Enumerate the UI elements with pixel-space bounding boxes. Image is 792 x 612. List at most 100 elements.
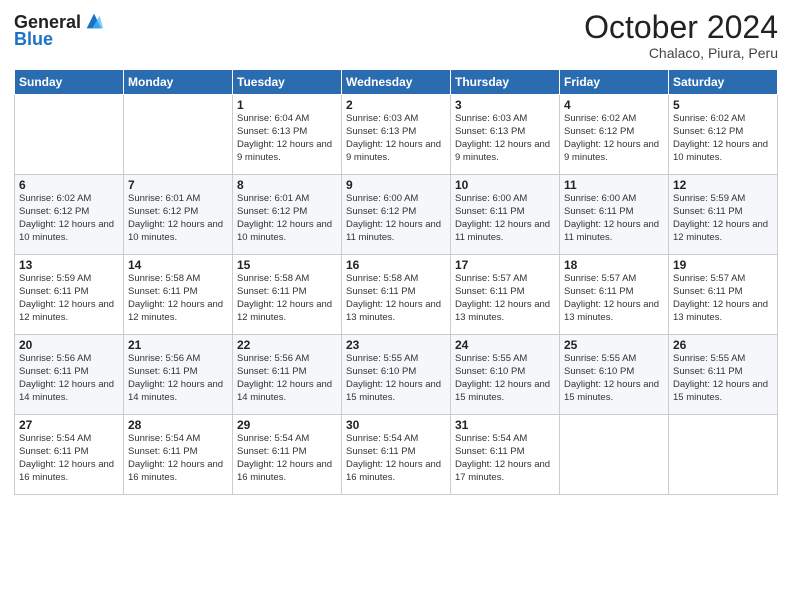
day-info: Sunrise: 6:02 AMSunset: 6:12 PMDaylight:…: [673, 113, 773, 164]
logo-blue-text: Blue: [14, 30, 53, 48]
day-info: Sunrise: 5:57 AMSunset: 6:11 PMDaylight:…: [455, 273, 555, 324]
page: General Blue October 2024 Chalaco, Piura…: [0, 0, 792, 612]
day-number: 23: [346, 338, 446, 352]
day-info: Sunrise: 6:00 AMSunset: 6:11 PMDaylight:…: [455, 193, 555, 244]
day-number: 3: [455, 98, 555, 112]
header-monday: Monday: [124, 70, 233, 95]
table-row: 26Sunrise: 5:55 AMSunset: 6:11 PMDayligh…: [669, 335, 778, 415]
day-info: Sunrise: 5:57 AMSunset: 6:11 PMDaylight:…: [564, 273, 664, 324]
day-number: 25: [564, 338, 664, 352]
header-saturday: Saturday: [669, 70, 778, 95]
day-info: Sunrise: 6:03 AMSunset: 6:13 PMDaylight:…: [346, 113, 446, 164]
title-block: October 2024 Chalaco, Piura, Peru: [584, 10, 778, 61]
day-number: 17: [455, 258, 555, 272]
day-info: Sunrise: 6:00 AMSunset: 6:12 PMDaylight:…: [346, 193, 446, 244]
table-row: 2Sunrise: 6:03 AMSunset: 6:13 PMDaylight…: [342, 95, 451, 175]
day-info: Sunrise: 5:54 AMSunset: 6:11 PMDaylight:…: [19, 433, 119, 484]
day-number: 8: [237, 178, 337, 192]
logo-icon: [83, 10, 105, 32]
table-row: 31Sunrise: 5:54 AMSunset: 6:11 PMDayligh…: [451, 415, 560, 495]
header: General Blue October 2024 Chalaco, Piura…: [14, 10, 778, 61]
table-row: 8Sunrise: 6:01 AMSunset: 6:12 PMDaylight…: [233, 175, 342, 255]
table-row: 21Sunrise: 5:56 AMSunset: 6:11 PMDayligh…: [124, 335, 233, 415]
day-number: 31: [455, 418, 555, 432]
table-row: 6Sunrise: 6:02 AMSunset: 6:12 PMDaylight…: [15, 175, 124, 255]
calendar-table: Sunday Monday Tuesday Wednesday Thursday…: [14, 69, 778, 495]
table-row: 7Sunrise: 6:01 AMSunset: 6:12 PMDaylight…: [124, 175, 233, 255]
table-row: 15Sunrise: 5:58 AMSunset: 6:11 PMDayligh…: [233, 255, 342, 335]
day-info: Sunrise: 5:55 AMSunset: 6:11 PMDaylight:…: [673, 353, 773, 404]
calendar-week-row: 27Sunrise: 5:54 AMSunset: 6:11 PMDayligh…: [15, 415, 778, 495]
header-sunday: Sunday: [15, 70, 124, 95]
day-number: 16: [346, 258, 446, 272]
table-row: 14Sunrise: 5:58 AMSunset: 6:11 PMDayligh…: [124, 255, 233, 335]
calendar-week-row: 6Sunrise: 6:02 AMSunset: 6:12 PMDaylight…: [15, 175, 778, 255]
day-number: 29: [237, 418, 337, 432]
table-row: 18Sunrise: 5:57 AMSunset: 6:11 PMDayligh…: [560, 255, 669, 335]
weekday-header-row: Sunday Monday Tuesday Wednesday Thursday…: [15, 70, 778, 95]
day-number: 27: [19, 418, 119, 432]
day-info: Sunrise: 5:58 AMSunset: 6:11 PMDaylight:…: [237, 273, 337, 324]
day-info: Sunrise: 6:03 AMSunset: 6:13 PMDaylight:…: [455, 113, 555, 164]
calendar-week-row: 13Sunrise: 5:59 AMSunset: 6:11 PMDayligh…: [15, 255, 778, 335]
day-number: 5: [673, 98, 773, 112]
table-row: 9Sunrise: 6:00 AMSunset: 6:12 PMDaylight…: [342, 175, 451, 255]
table-row: 17Sunrise: 5:57 AMSunset: 6:11 PMDayligh…: [451, 255, 560, 335]
table-row: [669, 415, 778, 495]
day-info: Sunrise: 5:56 AMSunset: 6:11 PMDaylight:…: [128, 353, 228, 404]
table-row: 28Sunrise: 5:54 AMSunset: 6:11 PMDayligh…: [124, 415, 233, 495]
day-info: Sunrise: 5:55 AMSunset: 6:10 PMDaylight:…: [564, 353, 664, 404]
day-number: 20: [19, 338, 119, 352]
day-number: 22: [237, 338, 337, 352]
table-row: [124, 95, 233, 175]
table-row: 22Sunrise: 5:56 AMSunset: 6:11 PMDayligh…: [233, 335, 342, 415]
header-tuesday: Tuesday: [233, 70, 342, 95]
day-number: 19: [673, 258, 773, 272]
table-row: 24Sunrise: 5:55 AMSunset: 6:10 PMDayligh…: [451, 335, 560, 415]
calendar-week-row: 20Sunrise: 5:56 AMSunset: 6:11 PMDayligh…: [15, 335, 778, 415]
subtitle: Chalaco, Piura, Peru: [584, 45, 778, 61]
day-number: 18: [564, 258, 664, 272]
day-info: Sunrise: 5:58 AMSunset: 6:11 PMDaylight:…: [346, 273, 446, 324]
table-row: 27Sunrise: 5:54 AMSunset: 6:11 PMDayligh…: [15, 415, 124, 495]
month-title: October 2024: [584, 10, 778, 45]
day-number: 4: [564, 98, 664, 112]
day-number: 15: [237, 258, 337, 272]
logo: General Blue: [14, 10, 105, 48]
table-row: [15, 95, 124, 175]
table-row: 30Sunrise: 5:54 AMSunset: 6:11 PMDayligh…: [342, 415, 451, 495]
day-number: 30: [346, 418, 446, 432]
table-row: 12Sunrise: 5:59 AMSunset: 6:11 PMDayligh…: [669, 175, 778, 255]
day-info: Sunrise: 5:54 AMSunset: 6:11 PMDaylight:…: [237, 433, 337, 484]
day-info: Sunrise: 5:55 AMSunset: 6:10 PMDaylight:…: [455, 353, 555, 404]
table-row: 29Sunrise: 5:54 AMSunset: 6:11 PMDayligh…: [233, 415, 342, 495]
day-number: 28: [128, 418, 228, 432]
calendar-week-row: 1Sunrise: 6:04 AMSunset: 6:13 PMDaylight…: [15, 95, 778, 175]
table-row: 1Sunrise: 6:04 AMSunset: 6:13 PMDaylight…: [233, 95, 342, 175]
day-info: Sunrise: 5:56 AMSunset: 6:11 PMDaylight:…: [237, 353, 337, 404]
table-row: 11Sunrise: 6:00 AMSunset: 6:11 PMDayligh…: [560, 175, 669, 255]
day-info: Sunrise: 5:58 AMSunset: 6:11 PMDaylight:…: [128, 273, 228, 324]
day-info: Sunrise: 5:56 AMSunset: 6:11 PMDaylight:…: [19, 353, 119, 404]
day-number: 6: [19, 178, 119, 192]
table-row: 25Sunrise: 5:55 AMSunset: 6:10 PMDayligh…: [560, 335, 669, 415]
day-info: Sunrise: 5:54 AMSunset: 6:11 PMDaylight:…: [128, 433, 228, 484]
day-number: 13: [19, 258, 119, 272]
day-info: Sunrise: 5:54 AMSunset: 6:11 PMDaylight:…: [455, 433, 555, 484]
table-row: [560, 415, 669, 495]
table-row: 13Sunrise: 5:59 AMSunset: 6:11 PMDayligh…: [15, 255, 124, 335]
day-info: Sunrise: 6:02 AMSunset: 6:12 PMDaylight:…: [564, 113, 664, 164]
day-info: Sunrise: 5:59 AMSunset: 6:11 PMDaylight:…: [19, 273, 119, 324]
table-row: 5Sunrise: 6:02 AMSunset: 6:12 PMDaylight…: [669, 95, 778, 175]
table-row: 16Sunrise: 5:58 AMSunset: 6:11 PMDayligh…: [342, 255, 451, 335]
day-number: 7: [128, 178, 228, 192]
day-info: Sunrise: 5:55 AMSunset: 6:10 PMDaylight:…: [346, 353, 446, 404]
day-number: 21: [128, 338, 228, 352]
day-info: Sunrise: 6:00 AMSunset: 6:11 PMDaylight:…: [564, 193, 664, 244]
day-info: Sunrise: 6:01 AMSunset: 6:12 PMDaylight:…: [237, 193, 337, 244]
table-row: 10Sunrise: 6:00 AMSunset: 6:11 PMDayligh…: [451, 175, 560, 255]
day-info: Sunrise: 5:57 AMSunset: 6:11 PMDaylight:…: [673, 273, 773, 324]
day-info: Sunrise: 5:54 AMSunset: 6:11 PMDaylight:…: [346, 433, 446, 484]
table-row: 4Sunrise: 6:02 AMSunset: 6:12 PMDaylight…: [560, 95, 669, 175]
day-number: 2: [346, 98, 446, 112]
